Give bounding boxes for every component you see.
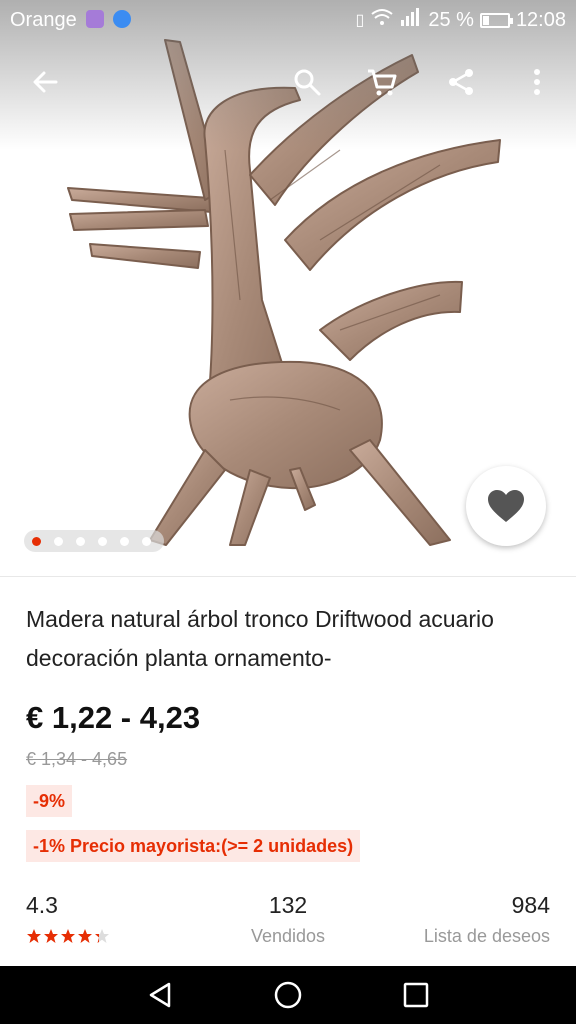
battery-icon: [479, 12, 513, 28]
product-price: € 1,22 - 4,23: [26, 700, 201, 735]
add-to-wishlist-button[interactable]: [466, 466, 546, 546]
share-icon: [449, 69, 473, 95]
battery-fill: [482, 15, 489, 25]
sold-count: 132: [268, 892, 308, 918]
more-vert-icon: [534, 69, 540, 95]
nav-recents-button[interactable]: [396, 975, 436, 1015]
vibrate-icon: ▯: [355, 12, 365, 29]
discount-badge: -9%: [26, 785, 73, 817]
gallery-dot[interactable]: [98, 536, 107, 546]
clock: 12:08: [515, 8, 566, 31]
circle-home-icon: [274, 981, 302, 1009]
search-button[interactable]: [287, 62, 327, 102]
more-options-button[interactable]: [517, 62, 557, 102]
back-arrow-icon: [33, 71, 58, 93]
wishlist-count: 984: [511, 892, 550, 918]
gallery-dot[interactable]: [142, 536, 151, 546]
wishlist-label: Lista de deseos: [423, 926, 550, 946]
heart-icon: [488, 490, 524, 522]
status-bar: Orange ▯ 25 % 12:08: [0, 0, 576, 40]
gallery-dot[interactable]: [32, 536, 41, 546]
cart-button[interactable]: [362, 62, 402, 102]
product-stats: 4.3 132 Vendidos 984 Lista de deseos: [0, 890, 576, 960]
wifi-icon: [370, 8, 394, 32]
gallery-dot[interactable]: [54, 536, 63, 546]
gallery-notification-icon: [86, 10, 104, 28]
back-button[interactable]: [25, 62, 65, 102]
gallery-dot[interactable]: [120, 536, 129, 546]
gallery-pagination[interactable]: [24, 530, 164, 552]
gallery-dot[interactable]: [76, 536, 85, 546]
messenger-notification-icon: [113, 10, 131, 28]
divider: [0, 576, 576, 577]
share-button[interactable]: [441, 62, 481, 102]
nav-home-button[interactable]: [268, 975, 308, 1015]
signal-icon: [400, 8, 422, 32]
product-title: Madera natural árbol tronco Driftwood ac…: [26, 606, 494, 671]
square-recents-icon: [403, 982, 429, 1008]
wholesale-price-badge[interactable]: -1% Precio mayorista:(>= 2 unidades): [26, 830, 361, 862]
search-icon: [294, 69, 321, 96]
triangle-back-icon: [149, 982, 171, 1008]
carrier-label: Orange: [10, 9, 77, 31]
system-navigation-bar: [0, 966, 576, 1024]
nav-back-button[interactable]: [140, 975, 180, 1015]
battery-text: 25 %: [428, 8, 474, 31]
cart-icon: [368, 69, 397, 96]
original-price: € 1,34 - 4,65: [26, 749, 128, 769]
